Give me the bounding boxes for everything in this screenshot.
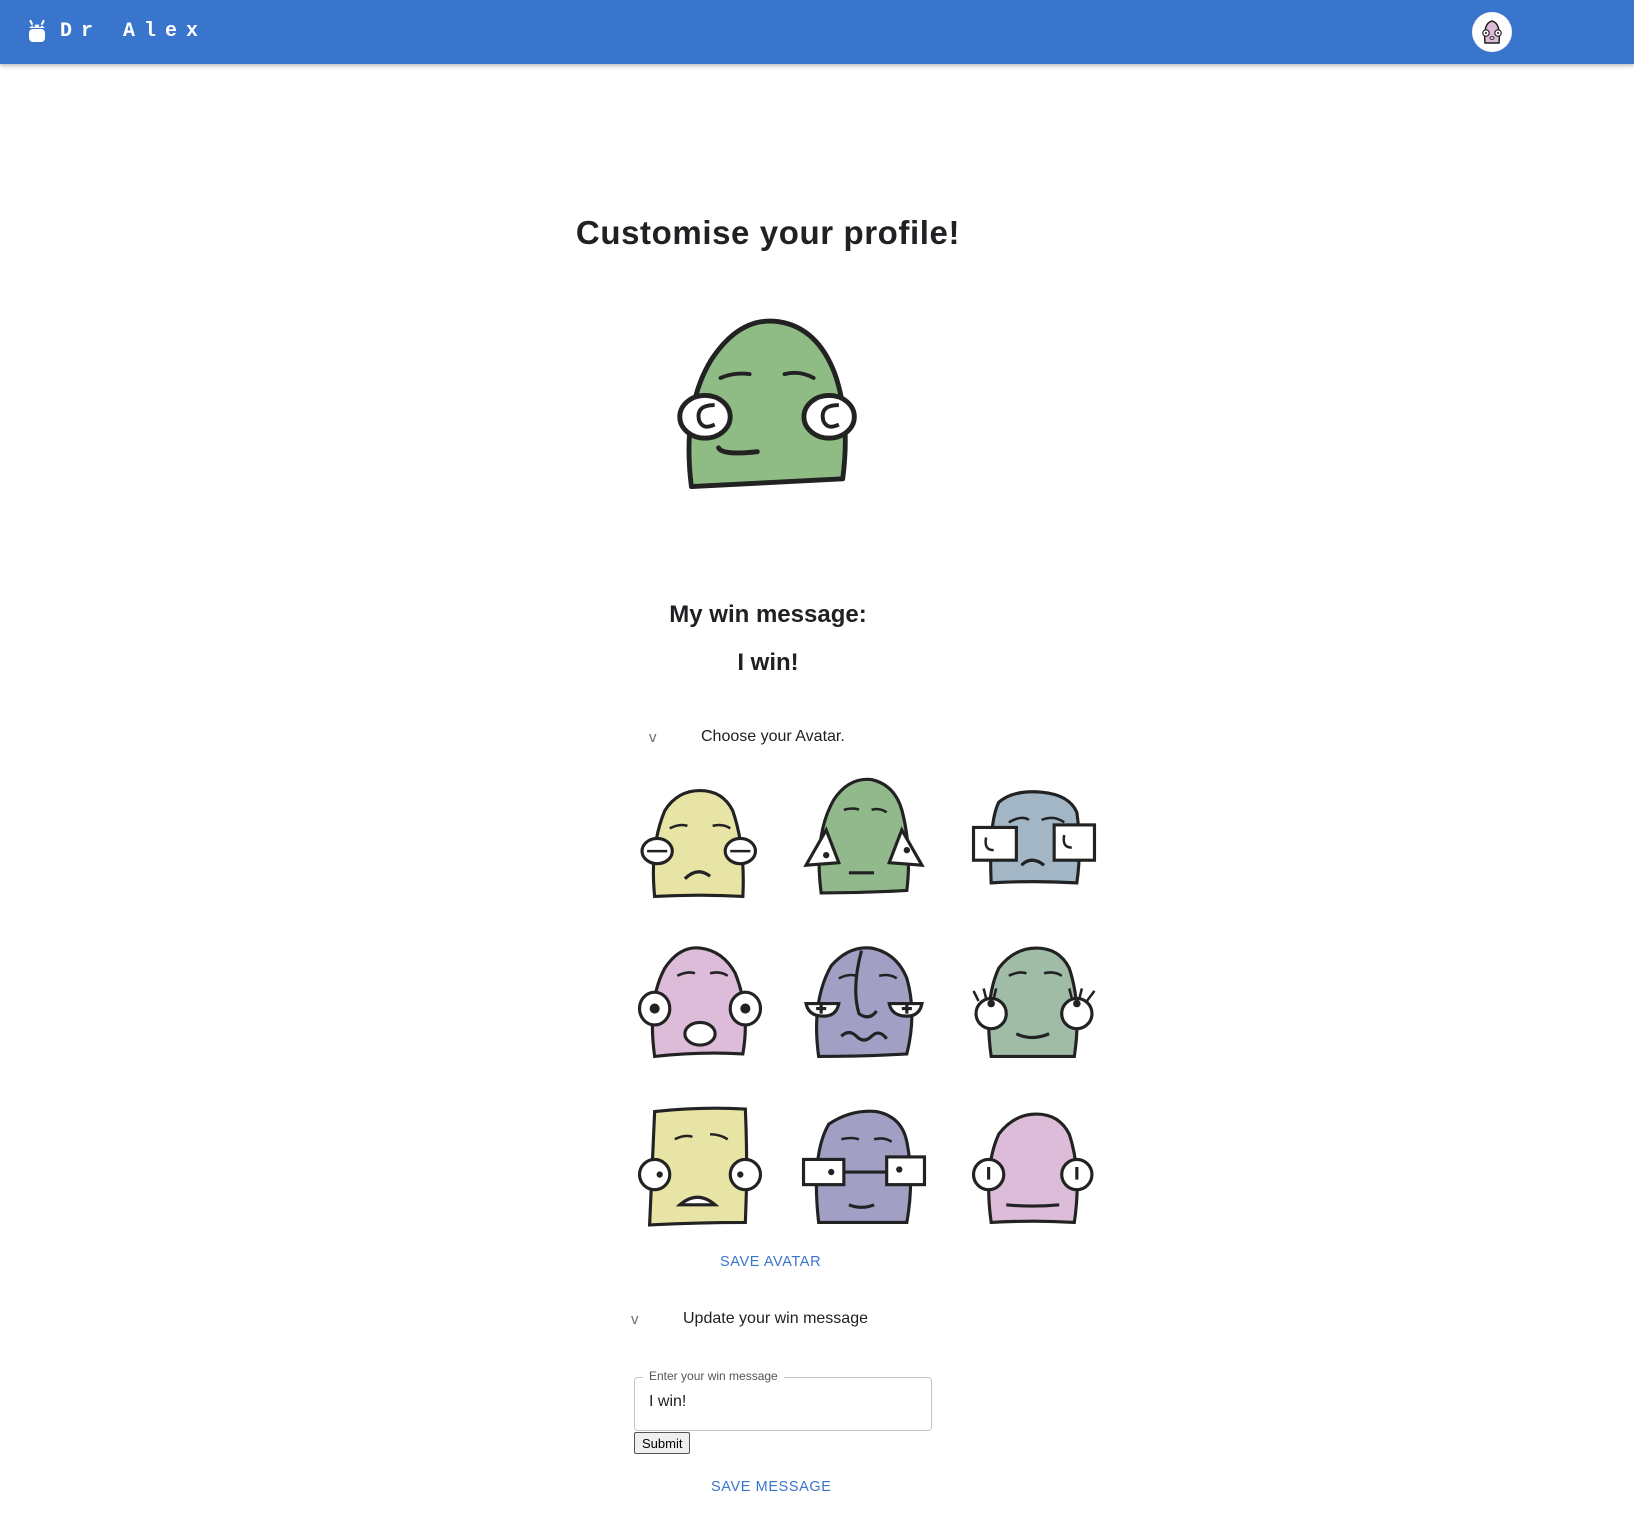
avatar-grid: [637, 777, 1107, 1238]
save-message-button[interactable]: SAVE MESSAGE: [711, 1479, 832, 1495]
current-avatar: [677, 318, 857, 490]
brand-name: Dr Alex: [60, 19, 208, 43]
win-message-field: Enter your win message: [634, 1369, 932, 1431]
avatar-option-1[interactable]: [637, 778, 763, 904]
avatar-section-toggle[interactable]: v Choose your Avatar.: [649, 728, 845, 746]
avatar-icon: [1482, 20, 1502, 44]
win-message-input[interactable]: [649, 1393, 909, 1411]
win-message-field-label: Enter your win message: [643, 1369, 784, 1383]
avatar-option-2[interactable]: [801, 772, 927, 898]
win-message-label: My win message:: [669, 601, 867, 628]
brand[interactable]: Dr Alex: [26, 18, 207, 44]
profile-avatar-button[interactable]: [1472, 12, 1512, 52]
avatar-option-9[interactable]: [971, 1104, 1097, 1230]
avatar-section-title: Choose your Avatar.: [701, 728, 845, 745]
avatar-option-8[interactable]: [801, 1104, 927, 1230]
avatar-option-4[interactable]: [637, 938, 763, 1064]
avatar-option-7[interactable]: [637, 1104, 763, 1230]
save-avatar-button[interactable]: SAVE AVATAR: [720, 1254, 821, 1270]
win-message-value: I win!: [737, 649, 799, 676]
avatar-option-3[interactable]: [971, 772, 1097, 898]
app-bar: Dr Alex: [0, 0, 1634, 64]
robot-icon: [29, 19, 45, 42]
avatar-option-6[interactable]: [971, 938, 1097, 1064]
chevron-down-icon: v: [649, 728, 657, 746]
submit-button[interactable]: Submit: [634, 1432, 691, 1454]
page-title: Customise your profile!: [575, 214, 961, 251]
message-section-toggle[interactable]: v Update your win message: [631, 1310, 868, 1328]
chevron-down-icon: v: [631, 1310, 639, 1328]
message-section-title: Update your win message: [683, 1310, 868, 1327]
avatar-option-5[interactable]: [801, 938, 927, 1064]
